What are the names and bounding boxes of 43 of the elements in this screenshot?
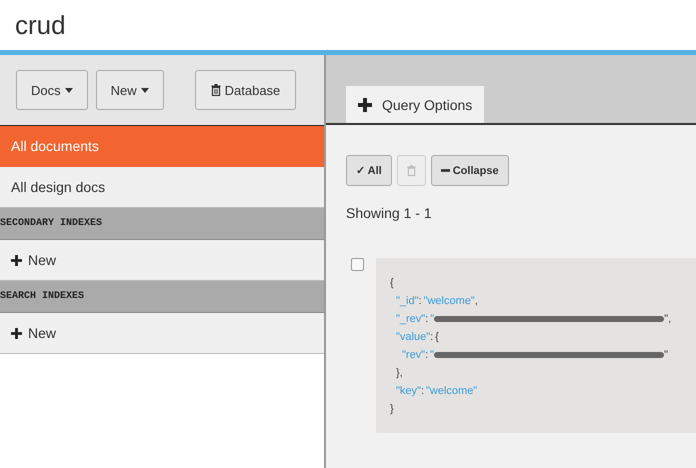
json-value: "	[430, 313, 434, 325]
query-options-tab[interactable]: Query Options	[346, 86, 484, 123]
caret-icon	[140, 88, 149, 92]
colon: :	[430, 331, 434, 343]
brace: }	[390, 403, 394, 415]
trash-icon	[210, 84, 221, 96]
json-value: "	[430, 349, 434, 361]
punctuation: ,	[474, 295, 478, 307]
json-key: "_id"	[396, 295, 418, 307]
app-title: crud	[15, 10, 66, 40]
json-key: "key"	[396, 385, 421, 397]
caret-icon	[64, 88, 73, 92]
json-value: "welcome"	[426, 385, 478, 397]
brace: {	[390, 277, 394, 289]
section-header: SECONDARY INDEXES	[0, 208, 324, 240]
action-button[interactable]: ✓ All	[346, 155, 392, 186]
json-key: "value"	[396, 331, 430, 343]
action-button[interactable]: Collapse	[430, 155, 509, 186]
trash-icon	[406, 165, 416, 176]
result-count: Showing 1 - 1	[346, 205, 433, 221]
plus-icon	[358, 98, 372, 112]
brace: {	[435, 331, 439, 343]
toolbar-button[interactable]: Docs	[16, 70, 88, 110]
punctuation: ",	[664, 313, 672, 325]
colon: :	[425, 349, 428, 361]
json-key: "rev"	[402, 349, 426, 361]
checkbox[interactable]	[351, 258, 364, 271]
plus-icon	[11, 254, 22, 266]
plus-icon	[11, 328, 22, 338]
json-value: "welcome"	[424, 295, 475, 307]
new-index-link[interactable]: New	[0, 313, 324, 354]
punctuation: "	[664, 349, 668, 361]
colon: :	[418, 295, 422, 307]
colon: :	[425, 313, 428, 325]
toolbar-button[interactable]: Database	[194, 70, 296, 110]
section-header: SEARCH INDEXES	[0, 281, 324, 313]
minus-icon	[440, 169, 450, 172]
sidebar-item[interactable]: All design docs	[0, 167, 324, 208]
brace: },	[396, 367, 403, 379]
toolbar-button[interactable]: New	[96, 70, 164, 110]
json-key: "_rev"	[396, 313, 426, 325]
new-index-link[interactable]: New	[0, 240, 324, 281]
colon: :	[420, 385, 424, 397]
